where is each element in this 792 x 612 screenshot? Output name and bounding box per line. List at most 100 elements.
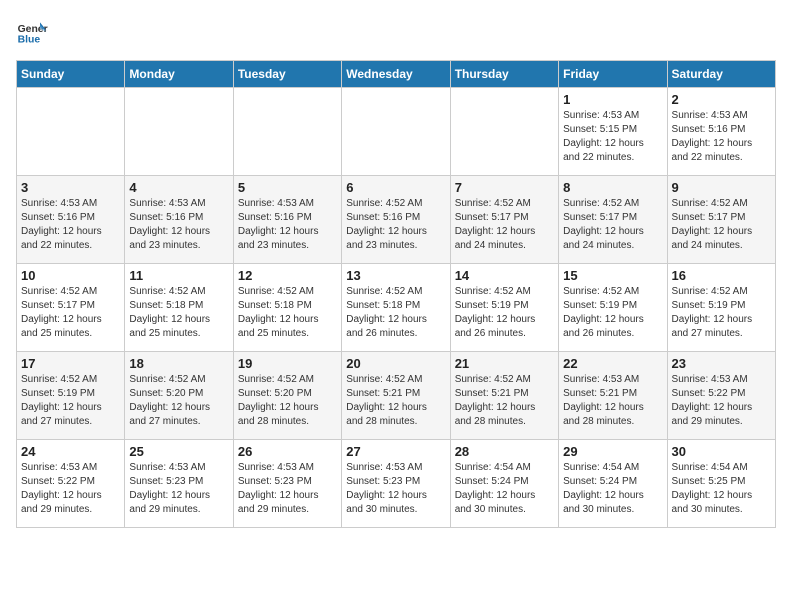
day-number: 12 <box>238 268 337 283</box>
calendar-header-row: SundayMondayTuesdayWednesdayThursdayFrid… <box>17 61 776 88</box>
day-number: 5 <box>238 180 337 195</box>
day-info: Sunrise: 4:52 AM Sunset: 5:18 PM Dayligh… <box>129 285 228 341</box>
day-number: 21 <box>455 356 554 371</box>
day-info: Sunrise: 4:53 AM Sunset: 5:16 PM Dayligh… <box>21 197 120 253</box>
day-number: 16 <box>672 268 771 283</box>
day-info: Sunrise: 4:52 AM Sunset: 5:20 PM Dayligh… <box>129 373 228 429</box>
calendar-cell: 21Sunrise: 4:52 AM Sunset: 5:21 PM Dayli… <box>450 352 558 440</box>
calendar-cell: 17 Sunrise: 4:52 AM Sunset: 5:19 PM Dayli… <box>17 352 125 440</box>
calendar-cell: 14 Sunrise: 4:52 AM Sunset: 5:19 PM Dayli… <box>450 264 558 352</box>
day-info: Sunrise: 4:52 AM Sunset: 5:17 PM Dayligh… <box>455 197 554 253</box>
logo: General Blue <box>16 16 52 48</box>
calendar-body: 1 Sunrise: 4:53 AM Sunset: 5:15 PM Daylig… <box>17 88 776 528</box>
day-info: Sunrise: 4:52 AM Sunset: 5:18 PM Dayligh… <box>238 285 337 341</box>
calendar-week-row: 10Sunrise: 4:52 AM Sunset: 5:17 PM Dayli… <box>17 264 776 352</box>
calendar-cell: 13 Sunrise: 4:52 AM Sunset: 5:18 PM Dayli… <box>342 264 450 352</box>
weekday-header: Monday <box>125 61 233 88</box>
day-number: 8 <box>563 180 662 195</box>
calendar-table: SundayMondayTuesdayWednesdayThursdayFrid… <box>16 60 776 528</box>
calendar-cell: 5 Sunrise: 4:53 AM Sunset: 5:16 PM Daylig… <box>233 176 341 264</box>
page-header: General Blue <box>16 16 776 48</box>
weekday-header: Thursday <box>450 61 558 88</box>
day-info: Sunrise: 4:53 AM Sunset: 5:16 PM Dayligh… <box>238 197 337 253</box>
calendar-week-row: 1 Sunrise: 4:53 AM Sunset: 5:15 PM Daylig… <box>17 88 776 176</box>
calendar-cell: 28 Sunrise: 4:54 AM Sunset: 5:24 PM Dayli… <box>450 440 558 528</box>
day-info: Sunrise: 4:52 AM Sunset: 5:18 PM Dayligh… <box>346 285 445 341</box>
day-number: 26 <box>238 444 337 459</box>
day-number: 15 <box>563 268 662 283</box>
day-info: Sunrise: 4:53 AM Sunset: 5:15 PM Dayligh… <box>563 109 662 165</box>
day-number: 9 <box>672 180 771 195</box>
weekday-header: Friday <box>559 61 667 88</box>
calendar-cell: 1 Sunrise: 4:53 AM Sunset: 5:15 PM Daylig… <box>559 88 667 176</box>
day-number: 1 <box>563 92 662 107</box>
calendar-cell: 9Sunrise: 4:52 AM Sunset: 5:17 PM Daylig… <box>667 176 775 264</box>
day-info: Sunrise: 4:52 AM Sunset: 5:20 PM Dayligh… <box>238 373 337 429</box>
calendar-cell: 10Sunrise: 4:52 AM Sunset: 5:17 PM Dayli… <box>17 264 125 352</box>
day-number: 14 <box>455 268 554 283</box>
calendar-cell: 7 Sunrise: 4:52 AM Sunset: 5:17 PM Daylig… <box>450 176 558 264</box>
day-info: Sunrise: 4:53 AM Sunset: 5:23 PM Dayligh… <box>129 461 228 517</box>
calendar-cell: 24 Sunrise: 4:53 AM Sunset: 5:22 PM Dayli… <box>17 440 125 528</box>
calendar-cell: 15 Sunrise: 4:52 AM Sunset: 5:19 PM Dayli… <box>559 264 667 352</box>
day-info: Sunrise: 4:52 AM Sunset: 5:21 PM Dayligh… <box>346 373 445 429</box>
calendar-cell: 22 Sunrise: 4:53 AM Sunset: 5:21 PM Dayli… <box>559 352 667 440</box>
calendar-cell: 3 Sunrise: 4:53 AM Sunset: 5:16 PM Daylig… <box>17 176 125 264</box>
day-number: 27 <box>346 444 445 459</box>
calendar-cell: 20 Sunrise: 4:52 AM Sunset: 5:21 PM Dayli… <box>342 352 450 440</box>
day-info: Sunrise: 4:54 AM Sunset: 5:25 PM Dayligh… <box>672 461 771 517</box>
calendar-cell: 23Sunrise: 4:53 AM Sunset: 5:22 PM Dayli… <box>667 352 775 440</box>
day-number: 2 <box>672 92 771 107</box>
calendar-cell: 26Sunrise: 4:53 AM Sunset: 5:23 PM Dayli… <box>233 440 341 528</box>
day-info: Sunrise: 4:52 AM Sunset: 5:19 PM Dayligh… <box>455 285 554 341</box>
day-number: 20 <box>346 356 445 371</box>
day-info: Sunrise: 4:52 AM Sunset: 5:19 PM Dayligh… <box>21 373 120 429</box>
calendar-week-row: 24 Sunrise: 4:53 AM Sunset: 5:22 PM Dayli… <box>17 440 776 528</box>
day-info: Sunrise: 4:53 AM Sunset: 5:21 PM Dayligh… <box>563 373 662 429</box>
day-number: 24 <box>21 444 120 459</box>
day-number: 4 <box>129 180 228 195</box>
day-info: Sunrise: 4:52 AM Sunset: 5:19 PM Dayligh… <box>563 285 662 341</box>
day-info: Sunrise: 4:54 AM Sunset: 5:24 PM Dayligh… <box>563 461 662 517</box>
weekday-header: Wednesday <box>342 61 450 88</box>
logo-icon: General Blue <box>16 16 48 48</box>
calendar-cell: 8 Sunrise: 4:52 AM Sunset: 5:17 PM Daylig… <box>559 176 667 264</box>
day-number: 25 <box>129 444 228 459</box>
calendar-cell: 2 Sunrise: 4:53 AM Sunset: 5:16 PM Daylig… <box>667 88 775 176</box>
day-info: Sunrise: 4:52 AM Sunset: 5:19 PM Dayligh… <box>672 285 771 341</box>
weekday-header: Tuesday <box>233 61 341 88</box>
calendar-cell: 25 Sunrise: 4:53 AM Sunset: 5:23 PM Dayli… <box>125 440 233 528</box>
day-number: 11 <box>129 268 228 283</box>
day-info: Sunrise: 4:53 AM Sunset: 5:23 PM Dayligh… <box>346 461 445 517</box>
day-number: 22 <box>563 356 662 371</box>
calendar-cell: 30 Sunrise: 4:54 AM Sunset: 5:25 PM Dayli… <box>667 440 775 528</box>
day-info: Sunrise: 4:52 AM Sunset: 5:17 PM Dayligh… <box>563 197 662 253</box>
calendar-cell: 12 Sunrise: 4:52 AM Sunset: 5:18 PM Dayli… <box>233 264 341 352</box>
day-info: Sunrise: 4:53 AM Sunset: 5:22 PM Dayligh… <box>672 373 771 429</box>
calendar-cell <box>233 88 341 176</box>
day-info: Sunrise: 4:53 AM Sunset: 5:16 PM Dayligh… <box>672 109 771 165</box>
day-info: Sunrise: 4:53 AM Sunset: 5:22 PM Dayligh… <box>21 461 120 517</box>
day-number: 7 <box>455 180 554 195</box>
calendar-cell <box>342 88 450 176</box>
day-info: Sunrise: 4:54 AM Sunset: 5:24 PM Dayligh… <box>455 461 554 517</box>
day-number: 17 <box>21 356 120 371</box>
day-number: 10 <box>21 268 120 283</box>
weekday-header: Sunday <box>17 61 125 88</box>
svg-text:Blue: Blue <box>18 34 41 45</box>
day-number: 30 <box>672 444 771 459</box>
calendar-cell: 16 Sunrise: 4:52 AM Sunset: 5:19 PM Dayli… <box>667 264 775 352</box>
calendar-cell: 18Sunrise: 4:52 AM Sunset: 5:20 PM Dayli… <box>125 352 233 440</box>
calendar-cell: 29Sunrise: 4:54 AM Sunset: 5:24 PM Dayli… <box>559 440 667 528</box>
calendar-cell: 11 Sunrise: 4:52 AM Sunset: 5:18 PM Dayli… <box>125 264 233 352</box>
calendar-week-row: 17 Sunrise: 4:52 AM Sunset: 5:19 PM Dayli… <box>17 352 776 440</box>
calendar-week-row: 3 Sunrise: 4:53 AM Sunset: 5:16 PM Daylig… <box>17 176 776 264</box>
day-number: 13 <box>346 268 445 283</box>
calendar-cell: 19Sunrise: 4:52 AM Sunset: 5:20 PM Dayli… <box>233 352 341 440</box>
day-number: 3 <box>21 180 120 195</box>
calendar-cell: 27 Sunrise: 4:53 AM Sunset: 5:23 PM Dayli… <box>342 440 450 528</box>
calendar-cell: 6Sunrise: 4:52 AM Sunset: 5:16 PM Daylig… <box>342 176 450 264</box>
weekday-header: Saturday <box>667 61 775 88</box>
day-info: Sunrise: 4:53 AM Sunset: 5:16 PM Dayligh… <box>129 197 228 253</box>
day-number: 28 <box>455 444 554 459</box>
